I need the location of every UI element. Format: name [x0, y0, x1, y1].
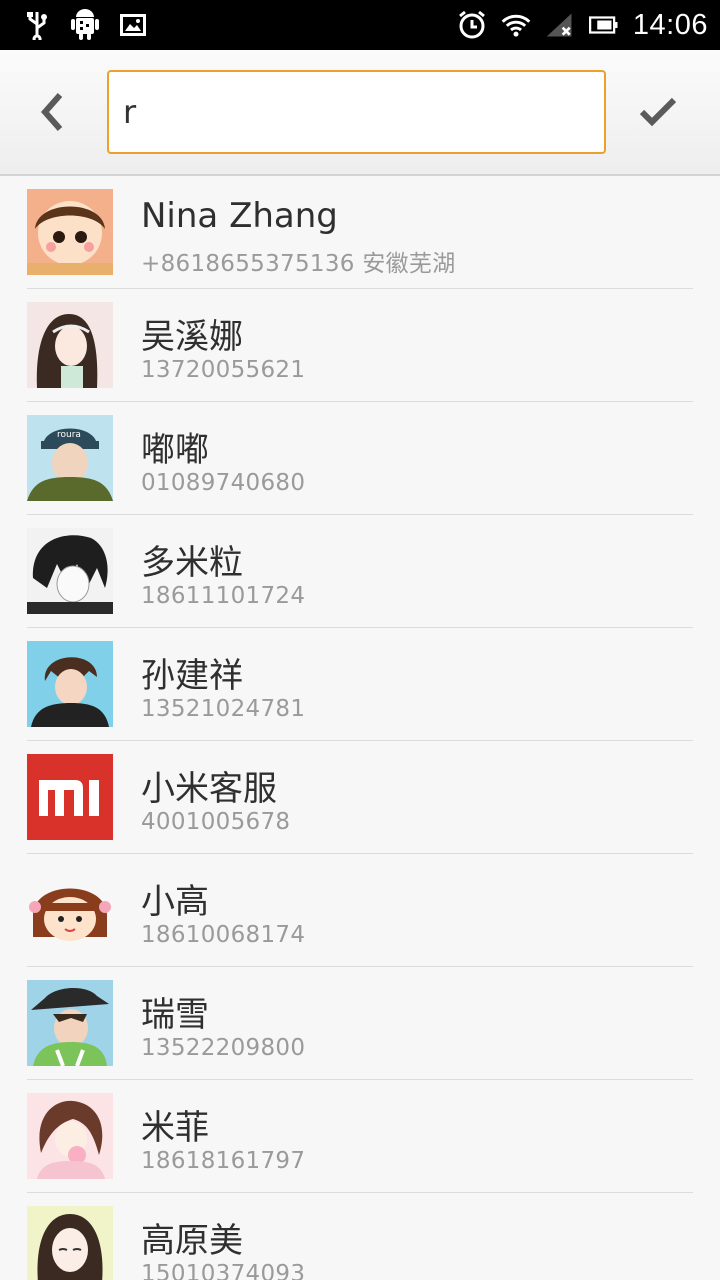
alarm-icon — [457, 10, 487, 40]
wifi-icon — [501, 10, 531, 40]
search-header — [0, 50, 720, 176]
contact-name: 孙建祥 — [141, 656, 243, 696]
search-box[interactable] — [107, 70, 606, 154]
contact-row[interactable]: 高原美 15010374093 — [0, 1193, 720, 1280]
avatar: roura — [27, 415, 113, 501]
avatar — [27, 867, 113, 953]
contact-name: 瑞雪 — [141, 995, 209, 1035]
android-debug-icon — [70, 9, 100, 40]
avatar — [27, 189, 113, 275]
contact-phone: 13521024781 — [141, 696, 306, 722]
avatar — [27, 980, 113, 1066]
status-time: 14:06 — [632, 8, 708, 41]
contact-phone: +8618655375136 安徽芜湖 — [141, 251, 456, 277]
contact-row[interactable]: 多米粒 18611101724 — [0, 515, 720, 628]
search-input[interactable] — [123, 93, 604, 131]
contact-phone: 4001005678 — [141, 809, 291, 835]
contact-name: 多米粒 — [141, 543, 243, 583]
contact-name: 高原美 — [141, 1221, 243, 1261]
contact-row[interactable]: 小米客服 4001005678 — [0, 741, 720, 854]
contact-row[interactable]: 孙建祥 13521024781 — [0, 628, 720, 741]
status-bar: 14:06 — [0, 0, 720, 50]
contact-row[interactable]: roura 嘟嘟 01089740680 — [0, 402, 720, 515]
avatar — [27, 528, 113, 614]
avatar — [27, 641, 113, 727]
contact-row[interactable]: 瑞雪 13522209800 — [0, 967, 720, 1080]
contact-phone: 13720055621 — [141, 357, 306, 383]
contact-name: 小高 — [141, 882, 209, 922]
svg-text:roura: roura — [57, 430, 81, 440]
contact-phone: 18618161797 — [141, 1148, 306, 1174]
contact-name: 嘟嘟 — [141, 430, 209, 470]
back-button[interactable] — [22, 76, 82, 148]
image-icon — [118, 10, 148, 40]
contact-row[interactable]: 小高 18610068174 — [0, 854, 720, 967]
contact-list[interactable]: Nina Zhang +8618655375136 安徽芜湖 吴溪娜 13720… — [0, 176, 720, 1280]
contact-name: 米菲 — [141, 1108, 209, 1148]
avatar — [27, 302, 113, 388]
contact-phone: 18610068174 — [141, 922, 306, 948]
avatar — [27, 1093, 113, 1179]
contact-row[interactable]: Nina Zhang +8618655375136 安徽芜湖 — [0, 176, 720, 289]
contact-phone: 01089740680 — [141, 470, 306, 496]
contact-row[interactable]: 吴溪娜 13720055621 — [0, 289, 720, 402]
contact-name: 吴溪娜 — [141, 317, 243, 357]
usb-icon — [22, 10, 52, 40]
battery-icon — [588, 10, 619, 40]
avatar — [27, 1206, 113, 1280]
signal-off-icon — [545, 10, 575, 40]
contact-phone: 15010374093 — [141, 1261, 306, 1280]
chevron-left-icon — [40, 93, 63, 131]
contact-name: 小米客服 — [141, 769, 277, 809]
mi-logo-avatar — [27, 754, 113, 840]
confirm-button[interactable] — [628, 76, 688, 148]
contact-phone: 13522209800 — [141, 1035, 306, 1061]
contact-name: Nina Zhang — [141, 196, 338, 236]
contact-phone: 18611101724 — [141, 583, 306, 609]
contact-row[interactable]: 米菲 18618161797 — [0, 1080, 720, 1193]
checkmark-icon — [639, 97, 677, 127]
